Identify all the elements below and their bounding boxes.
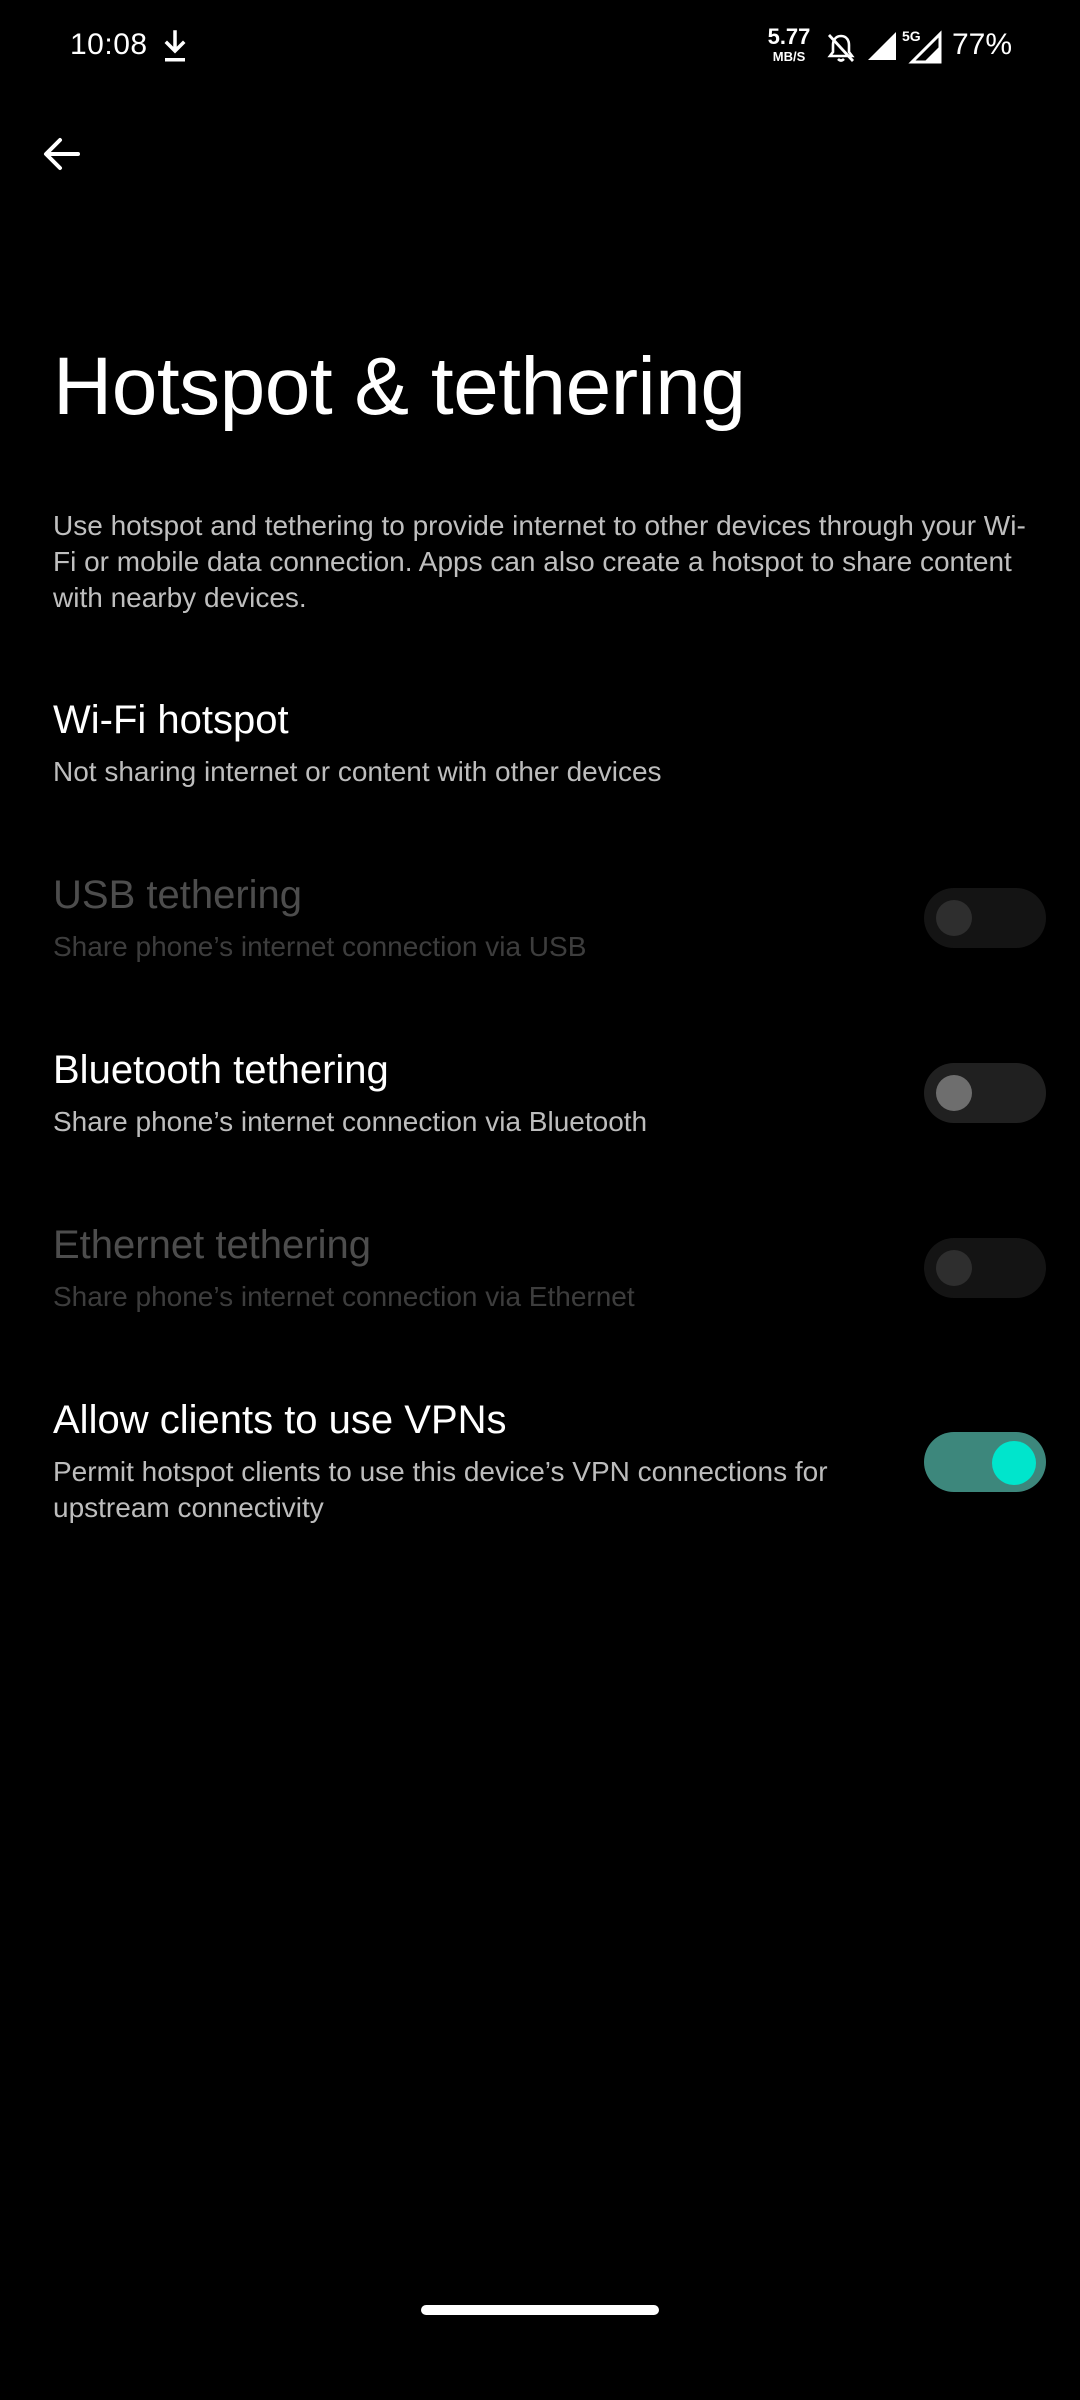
network-speed-unit: MB/S — [772, 49, 806, 64]
pref-summary: Permit hotspot clients to use this devic… — [53, 1456, 828, 1523]
pref-usb-tethering: USB tethering Share phone’s internet con… — [0, 856, 1080, 986]
switch-thumb — [936, 1075, 972, 1111]
mute-icon — [827, 34, 855, 62]
pref-allow-vpn-clients[interactable]: Allow clients to use VPNs Permit hotspot… — [0, 1381, 1080, 1551]
status-bar: 10:08 5.77 MB/S 5G 77% — [0, 0, 1080, 96]
pref-summary: Share phone’s internet connection via Bl… — [53, 1106, 648, 1137]
pref-title: Wi-Fi hotspot — [53, 698, 289, 742]
home-indicator[interactable] — [421, 2305, 659, 2315]
back-button[interactable] — [26, 118, 98, 190]
status-time: 10:08 — [70, 28, 148, 61]
pref-summary: Share phone’s internet connection via US… — [53, 931, 587, 962]
pref-bluetooth-tethering[interactable]: Bluetooth tethering Share phone’s intern… — [0, 1031, 1080, 1161]
pref-title: Allow clients to use VPNs — [53, 1398, 507, 1442]
pref-summary: Not sharing internet or content with oth… — [53, 756, 662, 787]
switch-thumb — [936, 900, 972, 936]
pref-title: Ethernet tethering — [53, 1223, 371, 1267]
signal-icon — [868, 32, 896, 60]
usb-tethering-switch — [924, 888, 1046, 948]
download-icon — [164, 30, 186, 62]
pref-title: Bluetooth tethering — [53, 1048, 389, 1092]
bluetooth-tethering-switch[interactable] — [924, 1063, 1046, 1123]
pref-title: USB tethering — [53, 873, 303, 917]
switch-thumb — [936, 1250, 972, 1286]
allow-vpn-clients-switch[interactable] — [924, 1432, 1046, 1492]
pref-summary: Share phone’s internet connection via Et… — [53, 1281, 635, 1312]
signal-5g-icon — [908, 30, 942, 64]
network-speed-value: 5.77 — [767, 24, 811, 49]
network-speed: 5.77 MB/S — [766, 24, 812, 64]
page-title: Hotspot & tethering — [53, 341, 746, 432]
pref-ethernet-tethering: Ethernet tethering Share phone’s interne… — [0, 1206, 1080, 1336]
pref-wifi-hotspot[interactable]: Wi-Fi hotspot Not sharing internet or co… — [0, 680, 1080, 810]
battery-level: 77% — [952, 28, 1013, 61]
ethernet-tethering-switch — [924, 1238, 1046, 1298]
switch-thumb — [992, 1441, 1036, 1485]
arrow-back-icon — [44, 138, 80, 170]
page-description: Use hotspot and tethering to provide int… — [53, 510, 1026, 613]
